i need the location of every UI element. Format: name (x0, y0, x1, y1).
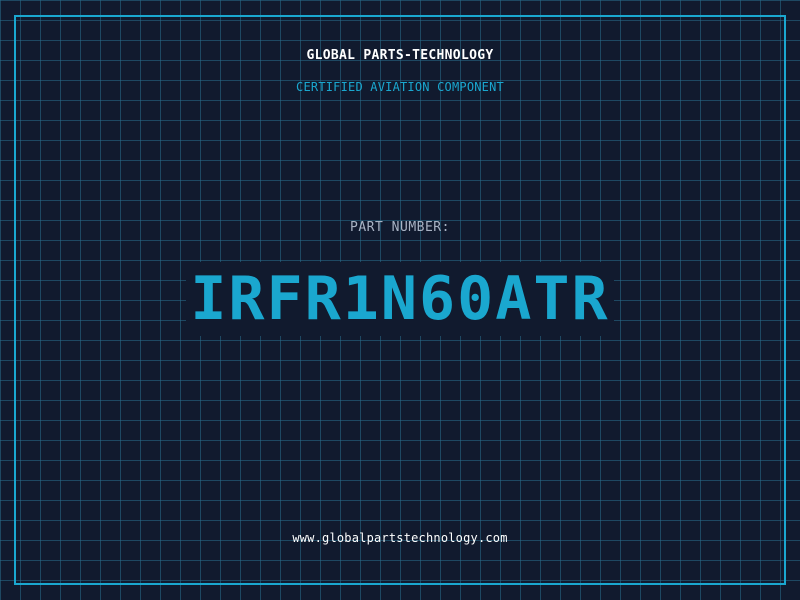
part-number-label: PART NUMBER: (350, 220, 450, 235)
part-number-container: IRFR1N60ATR (0, 262, 800, 336)
tagline: CERTIFIED AVIATION COMPONENT (296, 80, 504, 94)
part-number-value: IRFR1N60ATR (186, 262, 614, 336)
website-url: www.globalpartstechnology.com (292, 531, 508, 545)
card-canvas: GLOBAL PARTS-TECHNOLOGY CERTIFIED AVIATI… (0, 0, 800, 600)
company-name: GLOBAL PARTS-TECHNOLOGY (306, 48, 494, 63)
